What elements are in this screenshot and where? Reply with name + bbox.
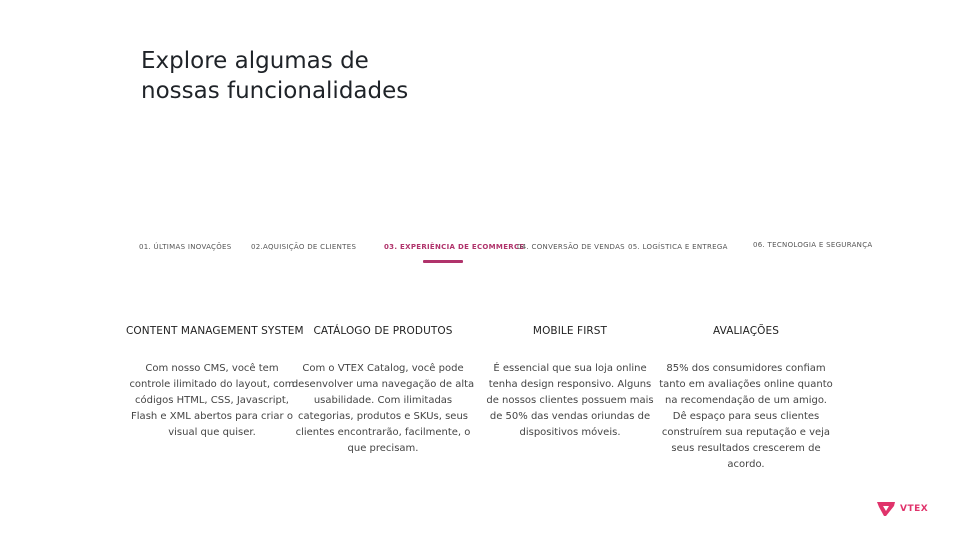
tab-ultimas-inovacoes[interactable]: 01. ÚLTIMAS INOVAÇÕES bbox=[139, 243, 232, 251]
feature-description: Com o VTEX Catalog, você pode desenvolve… bbox=[291, 363, 475, 454]
feature-title: MOBILE FIRST bbox=[532, 325, 608, 337]
tab-experiencia-de-ecommerce[interactable]: 03. EXPERIÊNCIA DE ECOMMERCE bbox=[384, 243, 524, 251]
page-title-line1: Explore algumas de bbox=[141, 48, 369, 74]
feature-avaliacoes: AVALIAÇÕES 85% dos consumidores confiam … bbox=[658, 325, 834, 473]
vtex-logo: VTEX bbox=[876, 501, 928, 517]
feature-description: É essencial que sua loja online tenha de… bbox=[486, 363, 654, 438]
tab-aquisicao-de-clientes[interactable]: 02.AQUISIÇÃO DE CLIENTES bbox=[251, 243, 356, 251]
feature-tabs: 01. ÚLTIMAS INOVAÇÕES 02.AQUISIÇÃO DE CL… bbox=[0, 241, 960, 273]
feature-description: Com nosso CMS, você tem controle ilimita… bbox=[129, 363, 295, 438]
tab-logistica-e-entrega[interactable]: 05. LOGÍSTICA E ENTREGA bbox=[628, 243, 728, 251]
page-title-line2: nossas funcionalidades bbox=[141, 78, 409, 104]
feature-title: CATÁLOGO DE PRODUTOS bbox=[313, 325, 453, 337]
feature-title: CONTENT MANAGEMENT SYSTEM bbox=[126, 325, 304, 337]
active-tab-indicator bbox=[423, 260, 463, 263]
feature-title: AVALIAÇÕES bbox=[712, 325, 780, 337]
page-title: Explore algumas de nossas funcionalidade… bbox=[141, 46, 408, 106]
tab-conversao-de-vendas[interactable]: 04. CONVERSÃO DE VENDAS bbox=[517, 243, 625, 251]
vtex-logo-icon bbox=[877, 502, 895, 516]
feature-cms: CONTENT MANAGEMENT SYSTEM Com nosso CMS,… bbox=[126, 325, 304, 441]
feature-description: 85% dos consumidores confiam tanto em av… bbox=[659, 363, 833, 470]
tab-tecnologia-e-seguranca[interactable]: 06. TECNOLOGIA E SEGURANÇA bbox=[753, 241, 873, 249]
feature-mobile-first: MOBILE FIRST É essencial que sua loja on… bbox=[484, 325, 656, 441]
vtex-logo-text: VTEX bbox=[900, 504, 929, 514]
feature-catalogo: CATÁLOGO DE PRODUTOS Com o VTEX Catalog,… bbox=[288, 325, 478, 457]
